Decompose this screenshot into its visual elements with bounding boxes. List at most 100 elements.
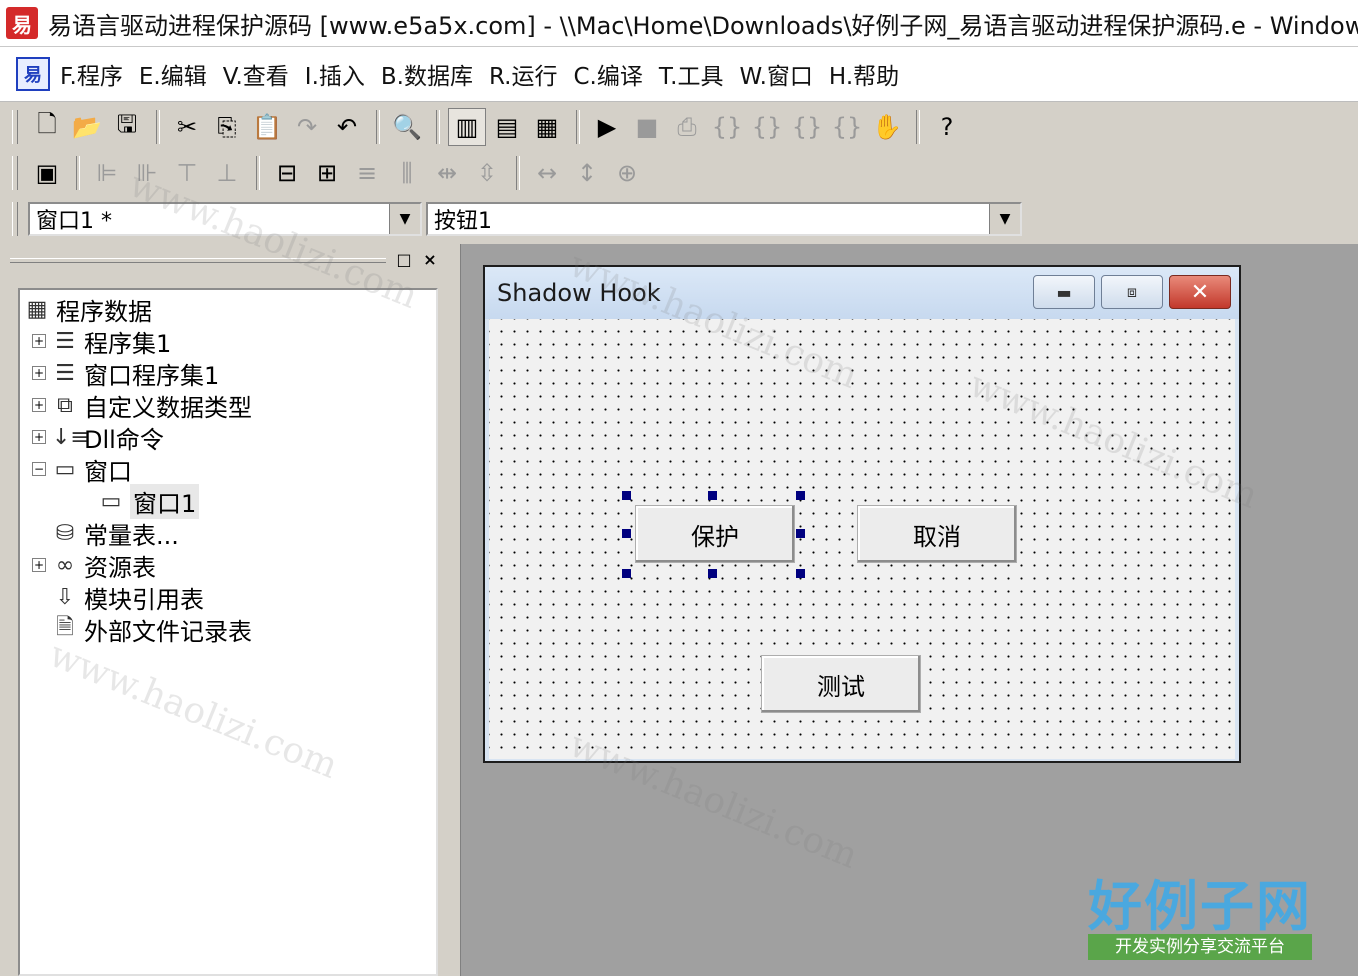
expand-icon[interactable]: + <box>32 430 46 444</box>
menu-compile[interactable]: C.编译 <box>573 57 642 91</box>
undo-icon[interactable]: ↶ <box>328 108 366 146</box>
menu-view[interactable]: V.查看 <box>223 57 289 91</box>
maximize-button[interactable]: ⧈ <box>1101 275 1163 309</box>
paste-icon[interactable]: 📋 <box>248 108 286 146</box>
app-logo-icon[interactable]: 易 <box>16 57 50 91</box>
tree-item-label: 资源表 <box>84 553 156 582</box>
minimize-button[interactable]: ▬ <box>1033 275 1095 309</box>
menu-edit[interactable]: E.编辑 <box>139 57 207 91</box>
tree-item-custom-type[interactable]: + ⧉ 自定义数据类型 <box>32 390 252 422</box>
find-icon[interactable]: 🔍 <box>388 108 426 146</box>
save-icon[interactable]: 🖫 <box>108 108 146 146</box>
align-right-icon[interactable]: ⊪ <box>128 154 166 192</box>
center-horizontal-icon[interactable]: ⊟ <box>268 154 306 192</box>
menu-help[interactable]: H.帮助 <box>829 57 899 91</box>
run-icon[interactable]: ▶ <box>588 108 626 146</box>
test-button[interactable]: 测试 <box>761 655 921 713</box>
menu-window[interactable]: W.窗口 <box>740 57 813 91</box>
form-window[interactable]: Shadow Hook ▬ ⧈ ✕ 保护 取消 测试 <box>483 265 1241 763</box>
center-vertical-icon[interactable]: ⊞ <box>308 154 346 192</box>
tree-item-window[interactable]: − ▭ 窗口 <box>32 454 132 486</box>
selection-handle[interactable] <box>796 491 805 500</box>
copy-icon[interactable]: ⎘ <box>208 108 246 146</box>
layout-grid-icon[interactable]: ▦ <box>528 108 566 146</box>
toolbar-grip[interactable] <box>12 156 18 190</box>
center-form-icon[interactable]: ⊕ <box>608 154 646 192</box>
stretch-width-icon[interactable]: ↔ <box>528 154 566 192</box>
control-selector[interactable]: 按钮1 ▼ <box>426 202 1022 236</box>
selection-handle[interactable] <box>708 491 717 500</box>
tree-item-assembly[interactable]: + ☰ 程序集1 <box>32 326 171 358</box>
tree-item-window1[interactable]: ▭ 窗口1 <box>98 483 200 519</box>
step-over-icon[interactable]: {} <box>748 108 786 146</box>
expand-icon[interactable]: + <box>32 558 46 572</box>
toolbar-separator <box>156 110 160 144</box>
cancel-button[interactable]: 取消 <box>857 505 1017 563</box>
tree-item-dll-command[interactable]: + ↓≡ Dll命令 <box>32 422 164 454</box>
same-height-icon[interactable]: ⫼ <box>388 154 426 192</box>
selection-handle[interactable] <box>796 569 805 578</box>
tree-item-label: Dll命令 <box>84 425 164 454</box>
expand-icon[interactable]: + <box>32 366 46 380</box>
tree-item-external-files[interactable]: 🗎 外部文件记录表 <box>52 614 252 646</box>
hand-icon[interactable]: ✋ <box>868 108 906 146</box>
window-selector[interactable]: 窗口1 * ▼ <box>28 202 422 236</box>
restore-icon[interactable]: □ <box>394 249 414 269</box>
program-data-icon: ▦ <box>26 296 48 322</box>
resource-table-icon: ∞ <box>55 552 75 578</box>
tree-item-label: 窗口程序集1 <box>84 361 220 390</box>
stop-icon[interactable]: ■ <box>628 108 666 146</box>
selection-handle[interactable] <box>796 529 805 538</box>
tree-item-window-assembly[interactable]: + ☰ 窗口程序集1 <box>32 358 220 390</box>
redo-icon[interactable]: ↷ <box>288 108 326 146</box>
form-title-bar[interactable]: Shadow Hook ▬ ⧈ ✕ <box>485 267 1239 319</box>
collapse-icon[interactable]: − <box>32 462 46 476</box>
selection-handle[interactable] <box>622 529 631 538</box>
step-icon[interactable]: ⎙ <box>668 108 706 146</box>
menu-insert[interactable]: I.插入 <box>305 57 365 91</box>
layout-left-icon[interactable]: ▥ <box>448 108 486 146</box>
form-client-area[interactable]: 保护 取消 测试 <box>489 319 1235 759</box>
menu-database[interactable]: B.数据库 <box>381 57 473 91</box>
space-vertical-icon[interactable]: ⇳ <box>468 154 506 192</box>
panel-splitter[interactable] <box>452 244 461 976</box>
tree-item-program-data[interactable]: ▦ 程序数据 <box>24 294 152 326</box>
control-selector-value: 按钮1 <box>434 209 492 234</box>
panel-grip[interactable] <box>10 258 386 263</box>
chevron-down-icon[interactable]: ▼ <box>389 204 420 234</box>
step-into-icon[interactable]: {} <box>708 108 746 146</box>
stretch-height-icon[interactable]: ↕ <box>568 154 606 192</box>
expand-icon[interactable]: + <box>32 334 46 348</box>
same-width-icon[interactable]: ≡ <box>348 154 386 192</box>
space-horizontal-icon[interactable]: ⇹ <box>428 154 466 192</box>
expand-icon[interactable]: + <box>32 398 46 412</box>
toolbar-grip[interactable] <box>12 110 18 144</box>
menu-run[interactable]: R.运行 <box>489 57 557 91</box>
calculator-icon[interactable]: ▣ <box>28 154 66 192</box>
align-top-icon[interactable]: ⊤ <box>168 154 206 192</box>
tree-item-module-refs[interactable]: ⇩ 模块引用表 <box>52 582 204 614</box>
layout-top-icon[interactable]: ▤ <box>488 108 526 146</box>
open-folder-icon[interactable]: 📂 <box>68 108 106 146</box>
protect-button[interactable]: 保护 <box>635 505 795 563</box>
step-out-icon[interactable]: {} <box>788 108 826 146</box>
close-button[interactable]: ✕ <box>1169 275 1231 309</box>
cut-icon[interactable]: ✂ <box>168 108 206 146</box>
menu-tools[interactable]: T.工具 <box>659 57 724 91</box>
tree-item-label: 常量表... <box>84 521 179 550</box>
align-bottom-icon[interactable]: ⊥ <box>208 154 246 192</box>
tree-item-label: 自定义数据类型 <box>84 393 252 422</box>
selection-handle[interactable] <box>622 491 631 500</box>
new-file-icon[interactable]: 🗋 <box>28 108 66 146</box>
toolbar-grip[interactable] <box>12 202 18 236</box>
selection-handle[interactable] <box>622 569 631 578</box>
menu-program[interactable]: F.程序 <box>60 57 123 91</box>
align-left-icon[interactable]: ⊫ <box>88 154 126 192</box>
help-search-icon[interactable]: ? <box>928 108 966 146</box>
run-to-cursor-icon[interactable]: {} <box>828 108 866 146</box>
tree-item-resources[interactable]: + ∞ 资源表 <box>32 550 156 582</box>
tree-item-constants[interactable]: ⛁ 常量表... <box>52 518 179 550</box>
chevron-down-icon[interactable]: ▼ <box>989 204 1020 234</box>
selection-handle[interactable] <box>708 569 717 578</box>
close-icon[interactable]: × <box>420 249 440 269</box>
